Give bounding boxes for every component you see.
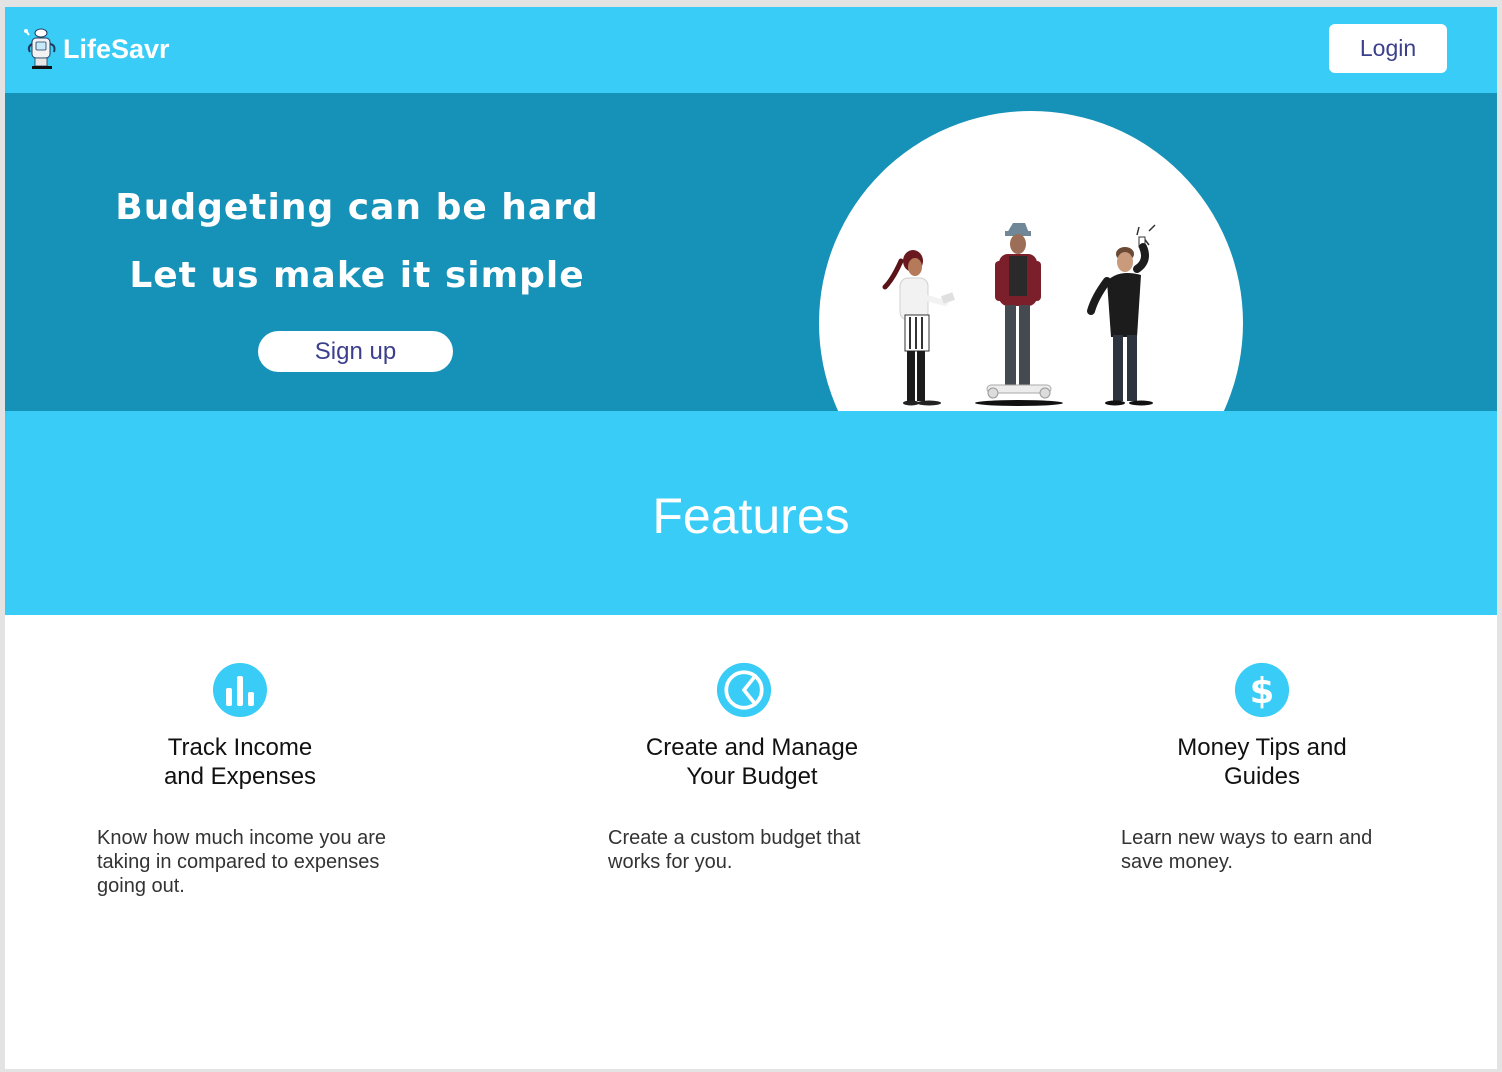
signup-button[interactable]: Sign up [258,331,453,372]
brand-name: LifeSavr [63,33,170,64]
dollar-icon: $ [1234,662,1290,718]
feature-title: Track Income and Expenses [163,734,317,790]
feature-description: Learn new ways to earn and save money. [1121,827,1373,873]
feature-description: Create a custom budget that works for yo… [608,827,861,873]
robot-logo-icon [24,28,56,69]
hero-headline: Budgeting can be hard [115,187,599,228]
hero-subheadline: Let us make it simple [129,255,585,296]
top-navbar: LifeSavr Login [5,7,1497,93]
page: LifeSavr Login Budgeting can be hard Let… [5,7,1497,1069]
features-heading: Features [652,488,850,544]
feature-title: Create and Manage Your Budget [645,734,859,790]
svg-text:$: $ [1250,671,1275,712]
login-button[interactable]: Login [1329,24,1447,73]
feature-description: Know how much income you are taking in c… [97,827,387,897]
people-illustration [819,111,1243,411]
hero-section: Budgeting can be hard Let us make it sim… [5,93,1497,411]
pie-chart-icon [716,662,772,718]
brand-link[interactable]: LifeSavr [23,27,170,71]
bar-chart-icon [213,663,267,717]
feature-title: Money Tips and Guides [1177,734,1347,790]
features-banner: Features [5,411,1497,615]
